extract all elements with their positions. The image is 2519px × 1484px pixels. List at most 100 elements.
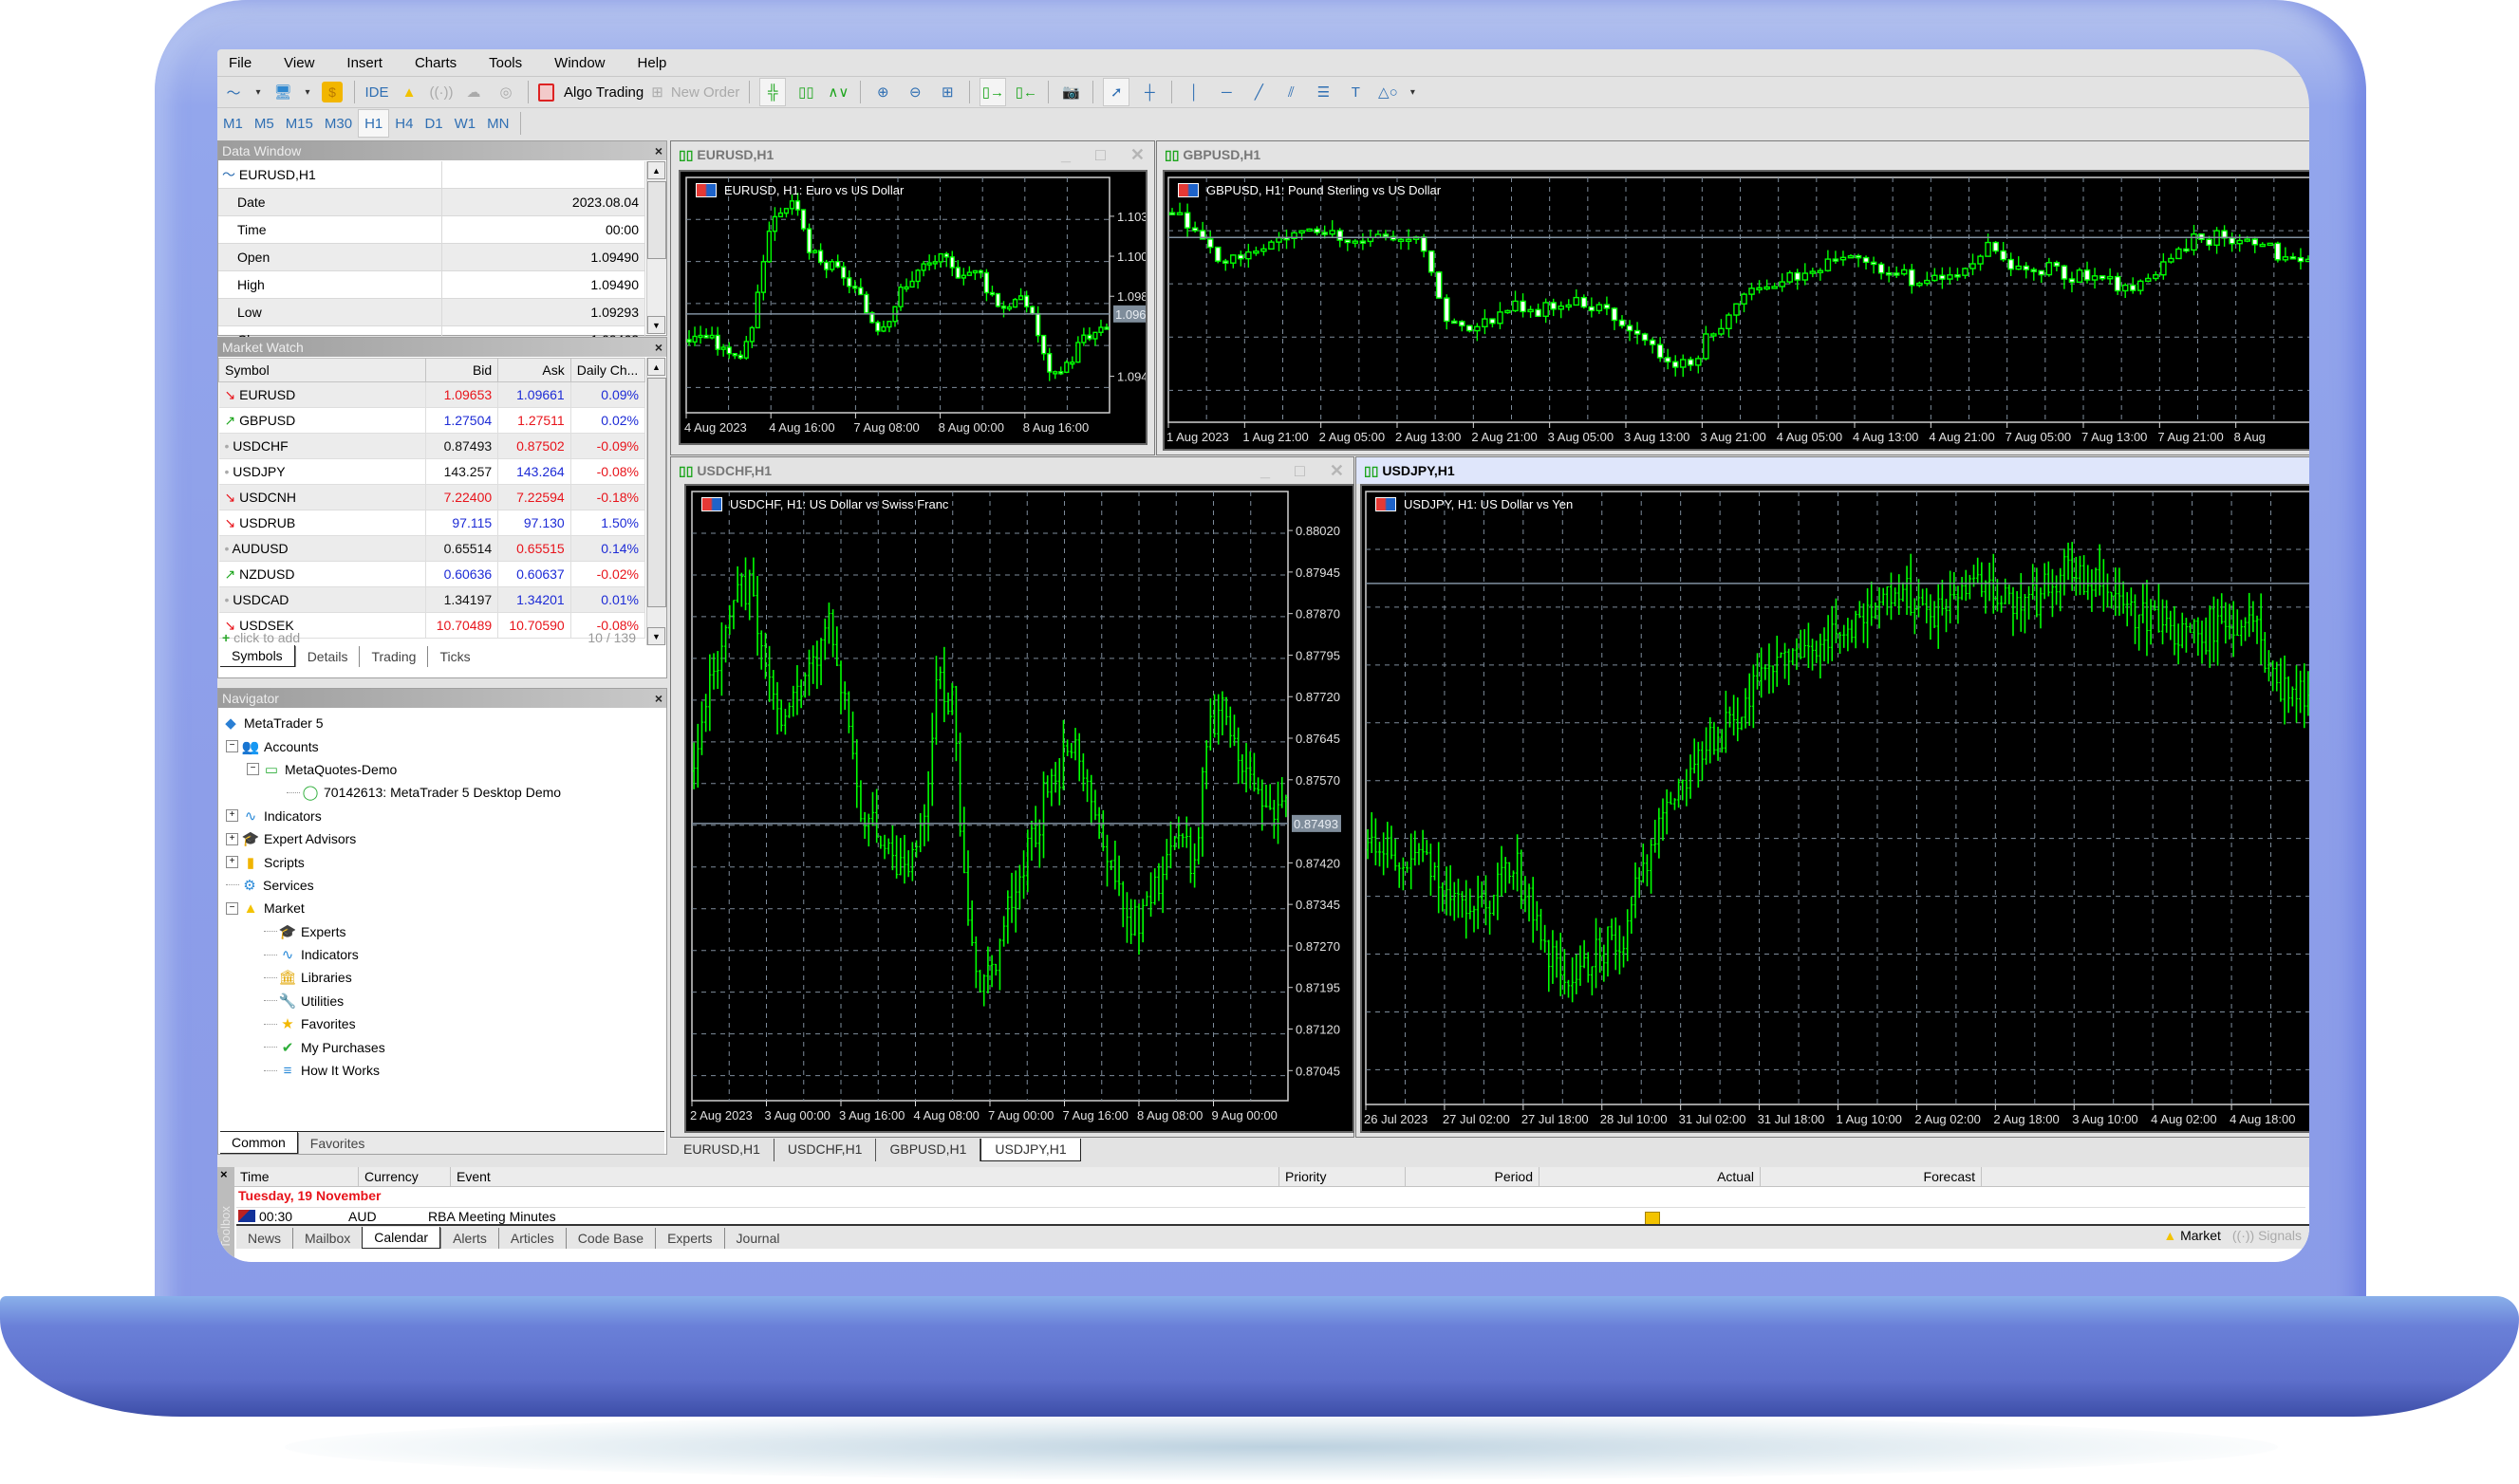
market-watch-row[interactable]: ↘ USDRUB 97.115 97.130 1.50%: [218, 510, 646, 536]
trendline-icon[interactable]: ╱: [1246, 79, 1271, 105]
market-link[interactable]: ▲ Market: [2163, 1228, 2221, 1243]
close-icon[interactable]: ×: [655, 141, 662, 160]
tab-symbols[interactable]: Symbols: [220, 645, 295, 667]
calendar-column-header[interactable]: Priority: [1278, 1167, 1406, 1187]
menu-charts[interactable]: Charts: [403, 55, 477, 71]
line-chart-icon[interactable]: 〜: [221, 79, 246, 105]
dollar-coin-icon[interactable]: $: [320, 79, 345, 105]
tab-mailbox[interactable]: Mailbox: [292, 1228, 362, 1249]
calendar-column-header[interactable]: Event: [450, 1167, 1279, 1187]
chart-window-titlebar[interactable]: ▯▯ USDJPY,H1: [1356, 457, 2309, 484]
chart-canvas[interactable]: 1.10300 1.10090 1.09880 1.09460 1.09653 4 Aug…: [679, 170, 1148, 445]
close-icon[interactable]: ×: [655, 338, 662, 357]
navigator-item[interactable]: ✔ My Purchases: [222, 1035, 659, 1058]
navigator-item[interactable]: ≡ How It Works: [222, 1059, 659, 1082]
navigator-item[interactable]: + ▮ Scripts: [222, 850, 659, 873]
autoscroll-icon[interactable]: ▯→: [980, 78, 1007, 106]
tab-ticks[interactable]: Ticks: [427, 646, 481, 667]
menu-window[interactable]: Window: [543, 55, 625, 71]
tab-experts[interactable]: Experts: [655, 1228, 723, 1249]
timeframe-h4[interactable]: H4: [389, 110, 419, 137]
new-order-button[interactable]: ⊞ New Order: [651, 79, 739, 105]
chart-window-titlebar[interactable]: ▯▯ GBPUSD,H1: [1157, 141, 2309, 168]
market-watch-row[interactable]: ↘ USDCNH 7.22400 7.22594 -0.18%: [218, 484, 646, 510]
market-watch-row[interactable]: ↘ EURUSD 1.09653 1.09661 0.09%: [218, 381, 646, 408]
expand-icon[interactable]: +: [226, 809, 238, 823]
zoom-in-icon[interactable]: ⊕: [870, 79, 895, 105]
scroll-thumb[interactable]: [647, 378, 666, 607]
scroll-down-icon[interactable]: ▼: [647, 316, 665, 334]
market-watch-row[interactable]: • USDJPY 143.257 143.264 -0.08%: [218, 458, 646, 485]
scroll-up-icon[interactable]: ▲: [647, 358, 665, 376]
timeframe-m15[interactable]: M15: [280, 110, 319, 137]
text-icon[interactable]: T: [1343, 79, 1368, 105]
cursor-icon[interactable]: ➚: [1103, 78, 1130, 106]
horizontal-line-icon[interactable]: ─: [1214, 79, 1239, 105]
column-header[interactable]: Symbol: [218, 358, 426, 382]
dropdown-arrow-icon[interactable]: ▾: [253, 79, 263, 105]
tab-journal[interactable]: Journal: [723, 1228, 792, 1249]
dropdown-arrow-icon[interactable]: ▾: [1408, 79, 1417, 105]
expand-icon[interactable]: +: [226, 832, 238, 845]
data-window-scrollbar[interactable]: ▲ ▼: [646, 161, 666, 334]
scroll-down-icon[interactable]: ▼: [647, 627, 665, 645]
menu-tools[interactable]: Tools: [477, 55, 543, 71]
expand-icon[interactable]: +: [226, 856, 238, 869]
chart-window[interactable]: ▯▯ USDCHF,H1 _ □ ✕ 0.88020 0.87945 0.87870 0.877…: [670, 456, 1354, 1138]
calendar-column-header[interactable]: Actual: [1539, 1167, 1761, 1187]
ide-button[interactable]: IDE: [364, 79, 389, 105]
line-icon[interactable]: ∧∨: [826, 79, 850, 105]
close-icon[interactable]: ✕: [1330, 461, 1344, 481]
vps-icon[interactable]: ◎: [494, 79, 518, 105]
scroll-up-icon[interactable]: ▲: [647, 161, 665, 179]
column-header[interactable]: Ask: [497, 358, 571, 382]
market-bag-icon[interactable]: ▲: [397, 79, 421, 105]
chart-canvas[interactable]: 0.88020 0.87945 0.87870 0.87795 0.87720 0.876…: [684, 484, 1354, 1133]
navigator-item[interactable]: − ▭ MetaQuotes-Demo: [222, 758, 659, 781]
close-icon[interactable]: ×: [655, 689, 662, 708]
market-watch-row[interactable]: ↗ GBPUSD 1.27504 1.27511 0.02%: [218, 407, 646, 434]
timeframe-w1[interactable]: W1: [449, 110, 482, 137]
tab-details[interactable]: Details: [294, 646, 360, 667]
market-watch-scrollbar[interactable]: ▲ ▼: [646, 358, 666, 645]
close-icon[interactable]: ✕: [1130, 145, 1145, 165]
market-watch-row[interactable]: ↗ NZDUSD 0.60636 0.60637 -0.02%: [218, 561, 646, 587]
navigator-item[interactable]: ★ Favorites: [222, 1012, 659, 1035]
chart-canvas[interactable]: 1 Aug 2023 1 Aug 21:00 2 Aug 05:00 2 Aug 13…: [1163, 170, 2309, 451]
click-to-add-row[interactable]: + click to add 10 / 139: [222, 630, 640, 645]
calendar-column-header[interactable]: Currency: [358, 1167, 451, 1187]
navigator-item[interactable]: ⚙ Services: [222, 874, 659, 897]
calendar-column-header[interactable]: Period: [1405, 1167, 1539, 1187]
zoom-out-icon[interactable]: ⊖: [903, 79, 927, 105]
calendar-column-header[interactable]: Forecast: [1760, 1167, 1982, 1187]
maximize-icon[interactable]: □: [1095, 145, 1106, 165]
navigator-item[interactable]: ◆ MetaTrader 5: [222, 712, 659, 734]
navigator-item[interactable]: + 🎓 Expert Advisors: [222, 827, 659, 850]
scroll-thumb[interactable]: [647, 181, 666, 259]
menu-view[interactable]: View: [272, 55, 335, 71]
navigator-item[interactable]: ◯ 70142613: MetaTrader 5 Desktop Demo: [222, 781, 659, 804]
channel-icon[interactable]: ⫽: [1278, 79, 1303, 105]
market-watch-row[interactable]: • AUDUSD 0.65514 0.65515 0.14%: [218, 535, 646, 562]
tab-calendar[interactable]: Calendar: [362, 1227, 441, 1249]
market-watch-row[interactable]: • USDCHF 0.87493 0.87502 -0.09%: [218, 433, 646, 459]
menu-help[interactable]: Help: [626, 55, 688, 71]
tab-news[interactable]: News: [236, 1228, 292, 1249]
calendar-event-row[interactable]: 00:30 AUD RBA Meeting Minutes: [236, 1207, 2305, 1225]
chart-tab[interactable]: EURUSD,H1: [670, 1139, 774, 1161]
dropdown-arrow-icon[interactable]: ▾: [303, 79, 312, 105]
timeframe-mn[interactable]: MN: [481, 110, 514, 137]
crosshair-icon[interactable]: ┼: [1137, 79, 1162, 105]
chart-tab[interactable]: GBPUSD,H1: [876, 1139, 981, 1161]
chart-window[interactable]: ▯▯EURUSD,H1 _ □ ✕ 1.10300 1.10090 1.09880 1.094…: [670, 140, 1155, 455]
collapse-icon[interactable]: −: [226, 740, 238, 753]
chart-window[interactable]: ▯▯ GBPUSD,H1 1 Aug 2023 1 Aug 21:00 2 Aug 05…: [1156, 140, 2309, 455]
signals-link[interactable]: ((·)) Signals: [2232, 1228, 2302, 1243]
minimize-icon[interactable]: _: [1061, 145, 1071, 165]
close-icon[interactable]: ×: [220, 1167, 228, 1181]
calendar-column-header[interactable]: Time: [234, 1167, 359, 1187]
chart-tab[interactable]: USDCHF,H1: [774, 1139, 877, 1161]
maximize-icon[interactable]: □: [1295, 461, 1305, 481]
timeframe-d1[interactable]: D1: [419, 110, 448, 137]
tab-alerts[interactable]: Alerts: [440, 1228, 498, 1249]
